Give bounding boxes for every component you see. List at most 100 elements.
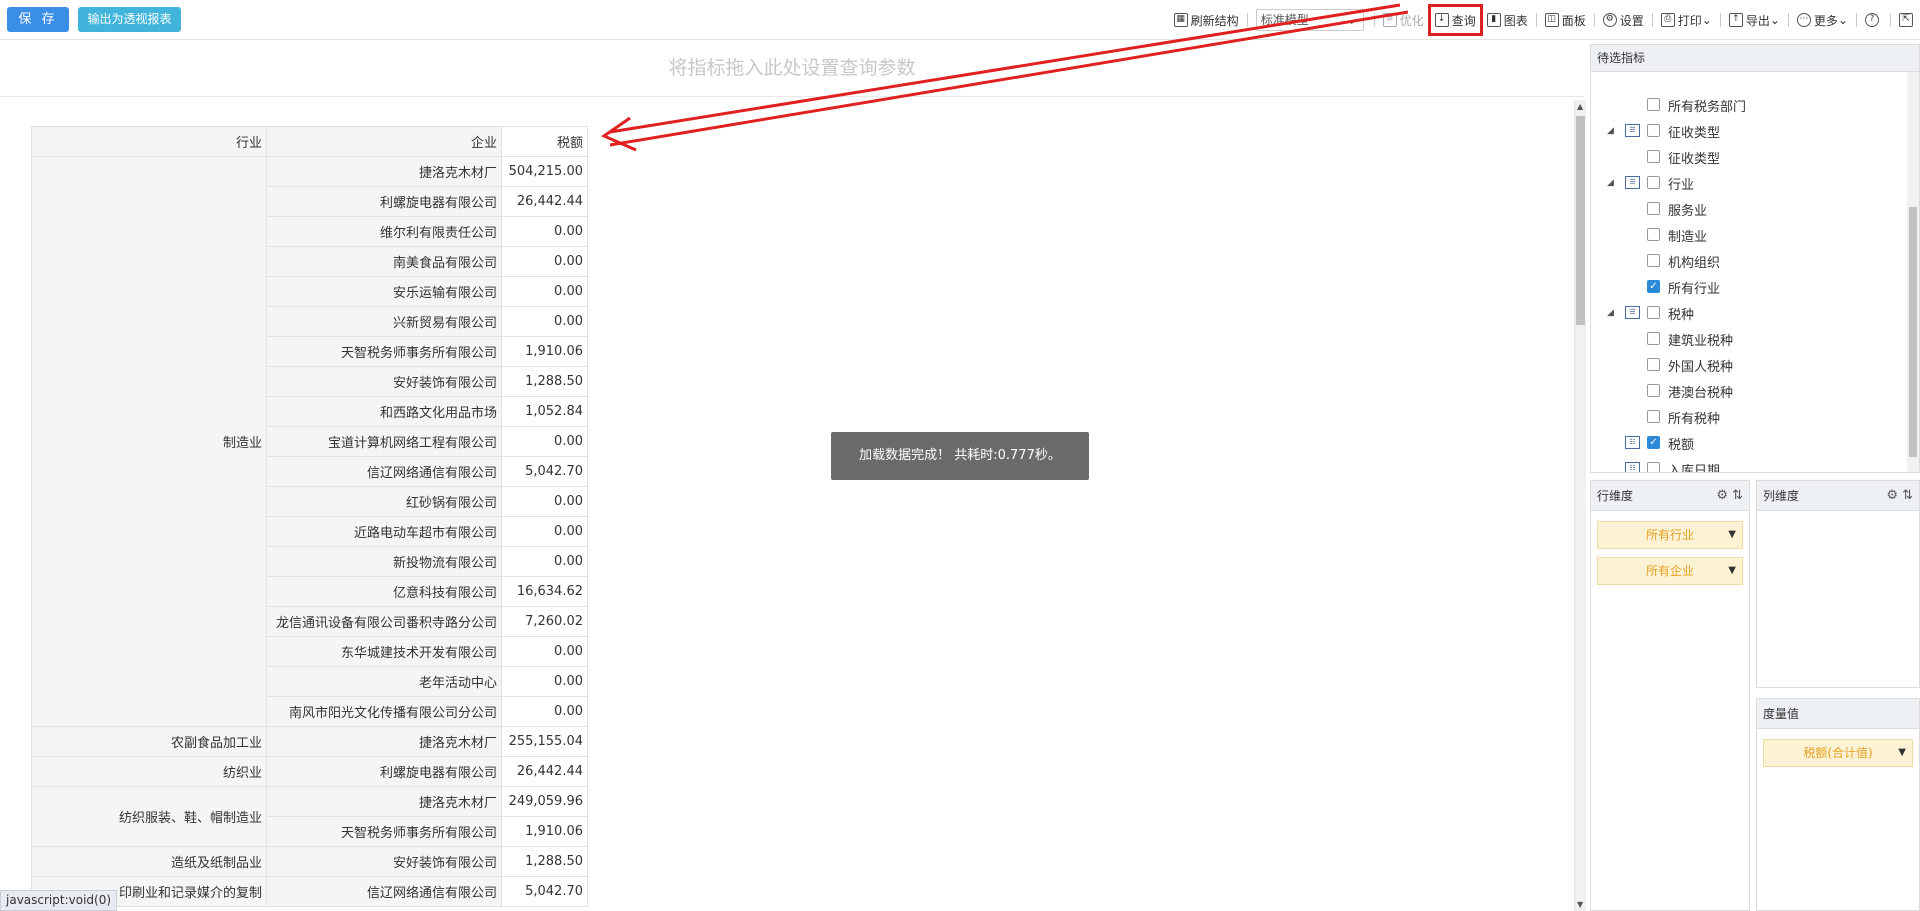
field-checkbox[interactable] xyxy=(1647,358,1660,371)
tax-cell: 0.00 xyxy=(501,516,588,547)
panel-icon: ◫ xyxy=(1544,13,1559,27)
field-tree-item[interactable]: 机构组织 xyxy=(1591,248,1901,274)
field-tree-item[interactable]: 服务业 xyxy=(1591,196,1901,222)
panel-button[interactable]: ◫ 面板 xyxy=(1541,7,1590,33)
chart-button[interactable]: ▮ 图表 xyxy=(1483,7,1532,33)
measure-item[interactable]: 税额(合计值) ▼ xyxy=(1763,739,1913,767)
company-cell: 天智税务师事务所有限公司 xyxy=(266,336,502,367)
company-cell: 信辽网络通信有限公司 xyxy=(266,876,502,907)
field-tree-item[interactable]: ✓ 所有行业 xyxy=(1591,274,1901,300)
field-checkbox[interactable] xyxy=(1647,462,1660,472)
field-tree-item[interactable]: 制造业 xyxy=(1591,222,1901,248)
field-checkbox[interactable]: ✓ xyxy=(1647,436,1660,449)
expand-triangle-icon[interactable]: ◢ xyxy=(1607,178,1614,188)
field-checkbox[interactable] xyxy=(1647,254,1660,267)
tax-cell: 1,288.50 xyxy=(501,846,588,877)
field-checkbox[interactable] xyxy=(1647,306,1660,319)
export-button[interactable]: ↑ 导出 ⌄ xyxy=(1725,7,1784,33)
collapse-button[interactable]: ⇱ xyxy=(1895,7,1920,33)
field-tree-item[interactable]: 所有税务部门 xyxy=(1591,92,1901,118)
column-dimension-box[interactable]: 列维度 ⚙ ⇅ xyxy=(1756,480,1920,688)
expand-triangle-icon[interactable]: ◢ xyxy=(1607,308,1614,318)
field-tree-item[interactable]: 所有税种 xyxy=(1591,404,1901,430)
caret-down-icon[interactable]: ▼ xyxy=(1728,558,1736,584)
field-tree-item[interactable]: 外国人税种 xyxy=(1591,352,1901,378)
field-tree-scrollbar[interactable] xyxy=(1907,72,1919,472)
company-cell: 安好装饰有限公司 xyxy=(266,846,502,877)
column-dimension-title: 列维度 ⚙ ⇅ xyxy=(1757,481,1919,511)
field-tree-label: 税种 xyxy=(1668,308,1695,323)
help-icon: ? xyxy=(1865,13,1879,27)
table-row: 造纸及纸制品业 安好装饰有限公司 1,288.50 xyxy=(31,846,588,877)
row-dimension-item[interactable]: 所有企业 ▼ xyxy=(1597,557,1743,585)
query-button[interactable]: ↓ 查询 xyxy=(1427,4,1483,36)
upload-icon: ↑ xyxy=(1728,13,1743,27)
row-dimension-item[interactable]: 所有行业 ▼ xyxy=(1597,521,1743,549)
field-tree-item[interactable]: ☷ ✓ 税额 xyxy=(1591,430,1901,456)
scroll-down-icon: ▼ xyxy=(1577,900,1584,909)
company-cell: 老年活动中心 xyxy=(266,666,502,697)
tax-cell: 16,634.62 xyxy=(501,576,588,607)
field-tree-item[interactable]: 港澳台税种 xyxy=(1591,378,1901,404)
dimension-icon: ☰ xyxy=(1625,306,1640,319)
field-tree-label: 服务业 xyxy=(1668,204,1708,219)
field-checkbox[interactable] xyxy=(1647,384,1660,397)
tax-cell: 0.00 xyxy=(501,486,588,517)
scroll-up-icon: ▲ xyxy=(1577,102,1584,111)
settings-sort-icons[interactable]: ⚙ ⇅ xyxy=(1886,481,1913,511)
settings-button[interactable]: ⚙ 设置 xyxy=(1599,7,1648,33)
field-checkbox[interactable] xyxy=(1647,228,1660,241)
export-pivot-button[interactable]: 输出为透视报表 xyxy=(78,7,181,32)
optimize-button[interactable]: ≡ 优化 xyxy=(1379,7,1428,33)
field-checkbox[interactable] xyxy=(1647,98,1660,111)
scroll-thumb[interactable] xyxy=(1909,207,1917,457)
caret-down-icon[interactable]: ▼ xyxy=(1898,740,1906,766)
row-dimension-box[interactable]: 行维度 ⚙ ⇅ 所有行业 ▼ 所有企业 ▼ xyxy=(1590,480,1750,911)
field-tree-label: 税额 xyxy=(1668,438,1695,453)
field-tree-item[interactable]: ◢ ☰ 征收类型 xyxy=(1591,118,1901,144)
field-checkbox[interactable] xyxy=(1647,176,1660,189)
refresh-structure-button[interactable]: ▦ 刷新结构 xyxy=(1170,7,1243,33)
query-param-drop-area[interactable]: 将指标拖入此处设置查询参数 xyxy=(0,40,1584,97)
field-tree-item[interactable]: ◢ ☰ 行业 xyxy=(1591,170,1901,196)
field-tree-label: 港澳台税种 xyxy=(1668,386,1734,401)
panel-label: 面板 xyxy=(1561,13,1586,28)
field-tree: 所有税务部门 ◢ ☰ 征收类型 征收类型 ◢ ☰ 行业服务业制造业机构组织 ✓ 所有行业 ◢ ☰ 税种建… xyxy=(1590,72,1920,473)
field-checkbox[interactable] xyxy=(1647,410,1660,423)
field-checkbox[interactable] xyxy=(1647,150,1660,163)
tax-cell: 504,215.00 xyxy=(501,156,588,187)
model-select[interactable]: 标准模型 ⌄ xyxy=(1255,9,1364,31)
more-icon: ⋯ xyxy=(1796,13,1811,27)
field-checkbox[interactable] xyxy=(1647,332,1660,345)
field-checkbox[interactable]: ✓ xyxy=(1647,280,1660,293)
toolbar-separator xyxy=(1651,13,1653,27)
toolbar: 保 存 输出为透视报表 ▦ 刷新结构 标准模型 ⌄ ≡ 优化 ↓ 查询 ▮ 图表 ◫ 面板… xyxy=(0,0,1920,40)
field-tree-item[interactable]: 征收类型 xyxy=(1591,144,1901,170)
field-tree-item[interactable]: ☷ 入库日期 xyxy=(1591,456,1901,472)
main-scrollbar[interactable]: ▲ ▼ xyxy=(1574,100,1586,911)
field-checkbox[interactable] xyxy=(1647,202,1660,215)
toolbar-separator xyxy=(1719,13,1721,27)
toolbar-separator xyxy=(1856,13,1857,27)
more-button[interactable]: ⋯ 更多 ⌄ xyxy=(1793,7,1852,33)
expand-triangle-icon[interactable]: ◢ xyxy=(1607,126,1614,136)
caret-down-icon[interactable]: ▼ xyxy=(1728,522,1736,548)
field-tree-label: 制造业 xyxy=(1668,230,1708,245)
company-cell: 利螺旋电器有限公司 xyxy=(266,756,502,787)
field-panel: 待选指标 所有税务部门 ◢ ☰ 征收类型 征收类型 ◢ ☰ 行业 服务业 制造业 机构组织 ✓ 所有行业… xyxy=(1590,44,1920,911)
field-panel-title: 待选指标 xyxy=(1590,44,1920,72)
column-header-company: 企业 xyxy=(266,126,502,157)
tax-cell: 26,442.44 xyxy=(501,756,588,787)
toolbar-separator xyxy=(1787,13,1789,27)
print-button[interactable]: ⎙ 打印 ⌄ xyxy=(1657,7,1716,33)
help-button[interactable]: ? xyxy=(1861,7,1886,33)
field-tree-item[interactable]: 建筑业税种 xyxy=(1591,326,1901,352)
save-button[interactable]: 保 存 xyxy=(7,7,69,32)
settings-sort-icons[interactable]: ⚙ ⇅ xyxy=(1716,481,1743,511)
field-tree-item[interactable]: ◢ ☰ 税种 xyxy=(1591,300,1901,326)
scroll-thumb[interactable] xyxy=(1576,116,1585,325)
measure-box[interactable]: 度量值 税额(合计值) ▼ xyxy=(1756,698,1920,911)
field-checkbox[interactable] xyxy=(1647,124,1660,137)
table-row: 纺织业 利螺旋电器有限公司 26,442.44 xyxy=(31,756,588,787)
collapse-icon: ⇱ xyxy=(1899,13,1913,27)
